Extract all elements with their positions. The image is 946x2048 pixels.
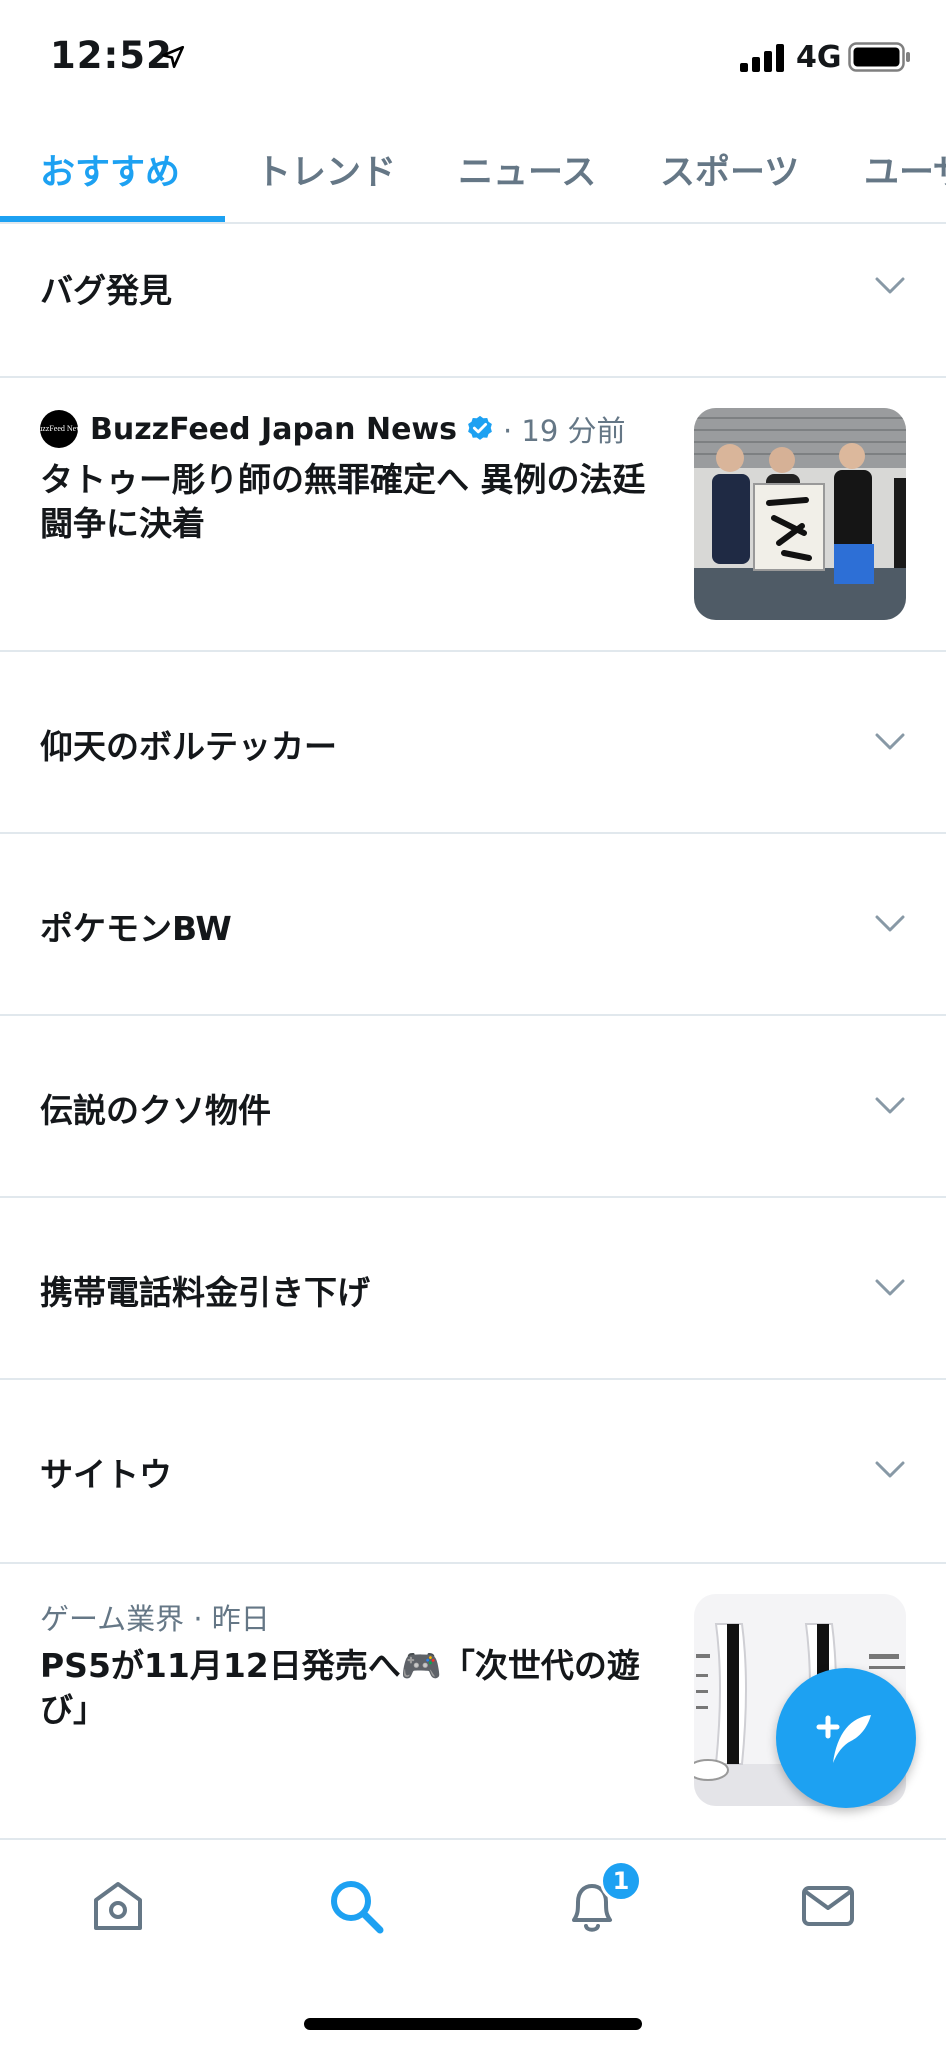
location-arrow-icon (161, 45, 185, 69)
chevron-down-icon[interactable] (874, 1460, 906, 1480)
status-bar: 12:52 4G (0, 0, 946, 118)
trend-title: ポケモンBW (40, 909, 232, 948)
tab-recommended[interactable]: おすすめ (40, 144, 180, 195)
chevron-down-icon[interactable] (874, 732, 906, 752)
news-headline[interactable]: タトゥー彫り師の無罪確定へ 異例の法廷闘争に決着 (40, 458, 660, 546)
trend-row[interactable]: 携帯電話料金引き下げ (0, 1198, 946, 1380)
search-icon[interactable] (326, 1876, 386, 1936)
active-tab-indicator (0, 216, 225, 222)
trend-row[interactable]: 伝説のクソ物件 (0, 1016, 946, 1198)
verified-badge-icon (468, 415, 492, 440)
trend-row[interactable]: サイトウ (0, 1380, 946, 1564)
news-thumbnail-image[interactable] (694, 408, 906, 620)
trend-row[interactable]: バグ発見 (0, 224, 946, 378)
home-indicator[interactable] (304, 2018, 642, 2030)
chevron-down-icon[interactable] (874, 1096, 906, 1116)
battery-icon (848, 42, 910, 72)
notification-badge: 1 (600, 1860, 642, 1902)
trend-title: 伝説のクソ物件 (40, 1091, 271, 1130)
explore-tabs: おすすめ トレンド ニュース スポーツ ユーザー (0, 118, 946, 224)
news-item[interactable]: BuzzFeed News BuzzFeed Japan News · 19 分… (0, 378, 946, 652)
news-headline[interactable]: PS5が11月12日発売へ🎮「次世代の遊び」 (40, 1644, 660, 1732)
bottom-tab-bar: 1 (0, 1838, 946, 2048)
trend-row[interactable]: 仰天のボルテッカー (0, 652, 946, 834)
compose-tweet-button[interactable] (776, 1668, 916, 1808)
chevron-down-icon[interactable] (874, 1278, 906, 1298)
news-meta: ゲーム業界 · 昨日 (40, 1602, 270, 1636)
status-time: 12:52 (50, 34, 173, 77)
news-meta: BuzzFeed News BuzzFeed Japan News · 19 分… (33, 408, 626, 450)
tab-users[interactable]: ユーザー (864, 144, 946, 195)
trend-title: サイトウ (40, 1455, 172, 1494)
tab-trends[interactable]: トレンド (256, 144, 396, 195)
chevron-down-icon[interactable] (874, 914, 906, 934)
news-source: BuzzFeed Japan News (90, 411, 457, 447)
compose-tweet-icon (816, 1715, 871, 1763)
news-time: · 19 分前 (503, 414, 626, 448)
trend-title: 仰天のボルテッカー (40, 727, 337, 766)
mail-icon[interactable] (798, 1876, 858, 1936)
tab-sports[interactable]: スポーツ (660, 144, 799, 195)
signal-icon (740, 44, 784, 72)
network-type: 4G (796, 40, 842, 75)
trend-title: 携帯電話料金引き下げ (40, 1273, 370, 1312)
trend-title: バグ発見 (40, 271, 172, 310)
tab-news[interactable]: ニュース (458, 144, 596, 195)
chevron-down-icon[interactable] (874, 276, 906, 296)
home-icon[interactable] (88, 1876, 148, 1936)
buzzfeed-logo: BuzzFeed News (33, 410, 85, 448)
trend-row[interactable]: ポケモンBW (0, 834, 946, 1016)
